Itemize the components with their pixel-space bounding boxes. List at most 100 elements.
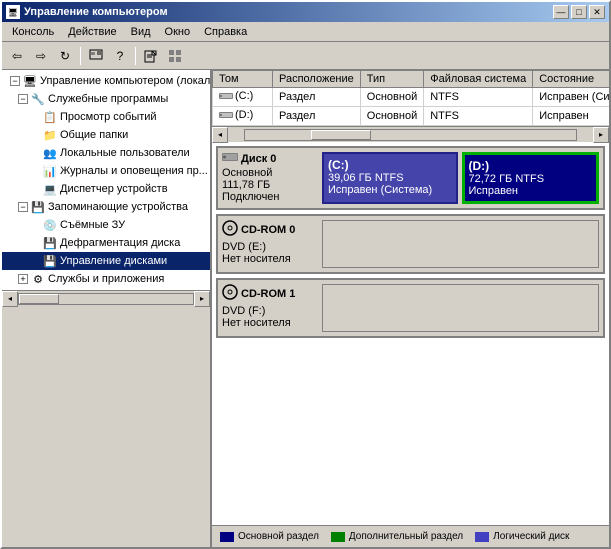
tree-item-storage[interactable]: − 💾 Запоминающие устройства [2, 198, 210, 216]
main-window: 🖥 Управление компьютером — □ ✕ Консоль Д… [0, 0, 611, 549]
tree-item-services[interactable]: + ⚙ Службы и приложения [2, 270, 210, 288]
legend-logical: Логический диск [475, 531, 569, 542]
left-scroll-right[interactable]: ▸ [194, 291, 210, 307]
tree-item-removable[interactable]: 💿 Съёмные ЗУ [2, 216, 210, 234]
partition-status-disk0-0: Исправен (Система) [328, 184, 452, 196]
help-button[interactable]: ? [109, 45, 131, 67]
device-icon: 💻 [42, 181, 58, 197]
menu-console[interactable]: Консоль [6, 25, 60, 39]
partition-disk0-0[interactable]: (C:) 39,06 ГБ NTFS Исправен (Система) [322, 152, 458, 204]
partition-name-disk0-0: (C:) [328, 158, 452, 172]
cdrom0-title: CD-ROM 0 [241, 224, 295, 236]
menu-window[interactable]: Окно [159, 25, 197, 39]
expand-storage[interactable]: − [18, 202, 28, 212]
menu-help[interactable]: Справка [198, 25, 253, 39]
title-bar: 🖥 Управление компьютером — □ ✕ [2, 2, 609, 22]
export-button[interactable] [140, 45, 162, 67]
tree-item-device-manager[interactable]: 💻 Диспетчер устройств [2, 180, 210, 198]
left-scroll-left[interactable]: ◂ [2, 291, 18, 307]
disk-label-cdrom1: CD-ROM 1 DVD (F:) Нет носителя [218, 280, 318, 336]
main-content: − 🖥 Управление компьютером (локал... − 🔧… [2, 70, 609, 547]
col-location[interactable]: Расположение [273, 71, 361, 88]
cell-type: Основной [360, 107, 423, 126]
menu-view[interactable]: Вид [125, 25, 157, 39]
cell-volume: (D:) [213, 107, 273, 126]
left-scroll-track[interactable] [18, 293, 194, 305]
back-button[interactable]: ⇦ [6, 45, 28, 67]
hscroll: ◂ ▸ [212, 126, 609, 142]
defrag-icon: 💾 [42, 235, 58, 251]
cell-volume: (C:) [213, 88, 273, 107]
tree-item-disk-mgmt[interactable]: 💾 Управление дисками [2, 252, 210, 270]
window-title: Управление компьютером [24, 6, 168, 18]
properties-button[interactable] [85, 45, 107, 67]
disk-entry-disk0: Диск 0 Основной 111,78 ГБ Подключен (C:)… [216, 146, 605, 210]
legend-box-primary [220, 532, 234, 542]
table-row[interactable]: (D:) Раздел Основной NTFS Исправен [213, 107, 610, 126]
expand-root[interactable]: − [10, 76, 20, 86]
disk-partitions-cdrom0 [318, 216, 603, 272]
disk0-size: 111,78 ГБ [222, 179, 314, 191]
tree-item-system-tools[interactable]: − 🔧 Служебные программы [2, 90, 210, 108]
left-scroll-thumb[interactable] [19, 294, 59, 304]
disk-partitions-cdrom1 [318, 280, 603, 336]
hscroll-thumb[interactable] [311, 130, 371, 140]
partition-status-disk0-1: Исправен [469, 185, 593, 197]
cell-fs: NTFS [424, 88, 533, 107]
tree-item-defrag[interactable]: 💾 Дефрагментация диска [2, 234, 210, 252]
tree-item-event-viewer[interactable]: 📋 Просмотр событий [2, 108, 210, 126]
logs-icon: 📊 [42, 163, 58, 179]
partition-size-disk0-0: 39,06 ГБ NTFS [328, 172, 452, 184]
toolbar-separator-1 [80, 47, 81, 65]
view-button[interactable] [164, 45, 186, 67]
forward-button[interactable]: ⇨ [30, 45, 52, 67]
cdrom1-type: DVD (F:) [222, 305, 314, 317]
right-panel: Том Расположение Тип Файловая система Со… [212, 70, 609, 547]
folder-icon: 📁 [42, 127, 58, 143]
toolbar-separator-2 [135, 47, 136, 65]
empty-cdrom1 [322, 284, 599, 332]
cdrom0-type: DVD (E:) [222, 241, 314, 253]
disk-label-disk0: Диск 0 Основной 111,78 ГБ Подключен [218, 148, 318, 208]
tree-item-local-users[interactable]: 👥 Локальные пользователи [2, 144, 210, 162]
cdrom1-title: CD-ROM 1 [241, 288, 295, 300]
hscroll-right[interactable]: ▸ [593, 127, 609, 143]
hscroll-left[interactable]: ◂ [212, 127, 228, 143]
disk0-status: Подключен [222, 191, 314, 203]
hscroll-track[interactable] [244, 129, 577, 141]
col-fs[interactable]: Файловая система [424, 71, 533, 88]
tree-item-logs[interactable]: 📊 Журналы и оповещения пр... [2, 162, 210, 180]
expand-system-tools[interactable]: − [18, 94, 28, 104]
disk-table: Том Расположение Тип Файловая система Со… [212, 70, 609, 126]
minimize-button[interactable]: — [553, 5, 569, 19]
disk-partitions-disk0: (C:) 39,06 ГБ NTFS Исправен (Система) (D… [318, 148, 603, 208]
col-volume[interactable]: Том [213, 71, 273, 88]
partition-name-disk0-1: (D:) [469, 159, 593, 173]
cell-location: Раздел [273, 88, 361, 107]
disk0-title: Диск 0 [241, 153, 276, 165]
services-icon: ⚙ [30, 271, 46, 287]
expand-services[interactable]: + [18, 274, 28, 284]
tree-item-root[interactable]: − 🖥 Управление компьютером (локал... [2, 72, 210, 90]
col-type[interactable]: Тип [360, 71, 423, 88]
legend-box-logical [475, 532, 489, 542]
left-hscroll: ◂ ▸ [2, 290, 210, 306]
close-button[interactable]: ✕ [589, 5, 605, 19]
disk-view: Диск 0 Основной 111,78 ГБ Подключен (C:)… [212, 142, 609, 525]
computer-icon: 🖥 [22, 73, 38, 89]
cell-fs: NTFS [424, 107, 533, 126]
partition-disk0-1[interactable]: (D:) 72,72 ГБ NTFS Исправен [462, 152, 600, 204]
cdrom0-icon [222, 220, 238, 239]
cell-status: Исправен (Систе... [533, 88, 609, 107]
maximize-button[interactable]: □ [571, 5, 587, 19]
col-status[interactable]: Состояние [533, 71, 609, 88]
window-icon: 🖥 [6, 5, 20, 19]
menu-action[interactable]: Действие [62, 25, 122, 39]
legend-extended: Дополнительный раздел [331, 531, 463, 542]
tree-item-shared-folders[interactable]: 📁 Общие папки [2, 126, 210, 144]
title-bar-left: 🖥 Управление компьютером [6, 5, 168, 19]
legend-box-extended [331, 532, 345, 542]
table-row[interactable]: (C:) Раздел Основной NTFS Исправен (Сист… [213, 88, 610, 107]
legend-primary: Основной раздел [220, 531, 319, 542]
refresh-button[interactable]: ↻ [54, 45, 76, 67]
